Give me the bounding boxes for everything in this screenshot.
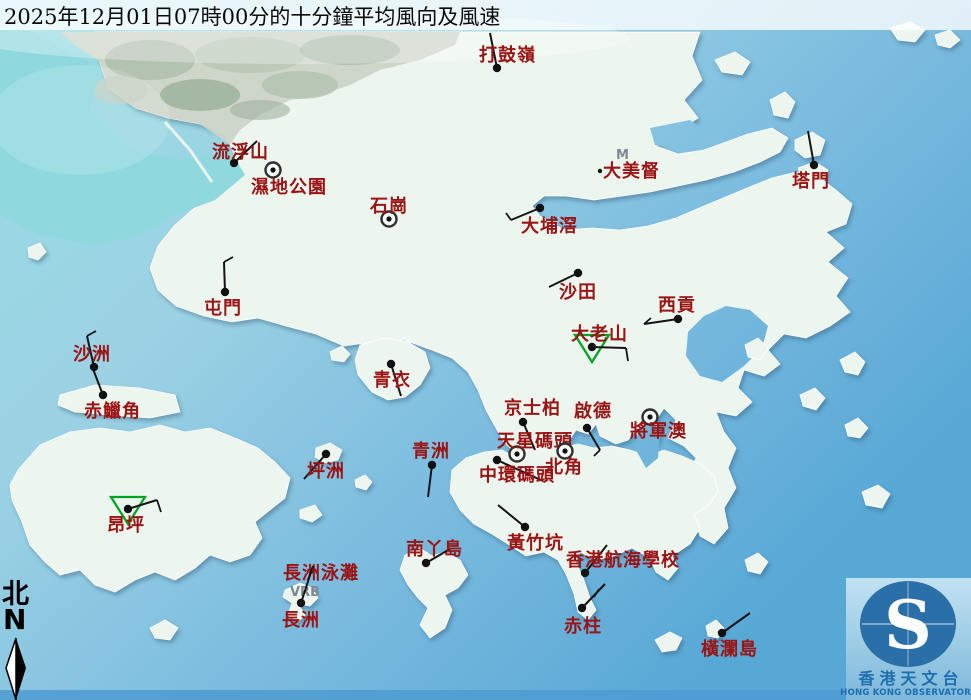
station-dot bbox=[322, 450, 330, 458]
station-label: 中環碼頭 bbox=[479, 464, 555, 486]
station-label: 長洲泳灘 bbox=[283, 562, 359, 584]
station-label: 昂坪 bbox=[107, 515, 145, 536]
station-dot bbox=[493, 456, 501, 464]
station-dot bbox=[124, 505, 132, 513]
station-label: 將軍澳 bbox=[630, 420, 687, 442]
station-dot bbox=[598, 169, 602, 173]
station-dot bbox=[647, 414, 652, 419]
hko-logo: S 香港天文台 HONG KONG OBSERVATORY bbox=[846, 578, 971, 700]
station-dot bbox=[386, 216, 391, 221]
station-dot bbox=[574, 269, 582, 277]
station-dot bbox=[221, 288, 229, 296]
station-dot bbox=[514, 451, 519, 456]
station-dot bbox=[718, 629, 726, 637]
hko-logo-mark: S bbox=[846, 578, 971, 670]
station-label: 京士柏 bbox=[504, 397, 561, 419]
station-dot bbox=[583, 424, 591, 432]
station-label: 大埔滘 bbox=[521, 215, 578, 237]
hko-logo-name-cn: 香港天文台 bbox=[858, 670, 963, 688]
station-dot bbox=[810, 161, 818, 169]
station-dot bbox=[99, 391, 107, 399]
station-label: 黃竹坑 bbox=[506, 532, 564, 554]
station-dot bbox=[428, 461, 436, 469]
hko-logo-swirl: S bbox=[884, 586, 932, 664]
station-dot bbox=[536, 204, 544, 212]
station-dot bbox=[519, 418, 527, 426]
station-label: 打鼓嶺 bbox=[479, 44, 536, 66]
wind-staff bbox=[224, 262, 225, 292]
station-dot bbox=[562, 448, 567, 453]
station-label: 塔門 bbox=[792, 170, 830, 192]
station-label: 啟德 bbox=[574, 400, 612, 422]
compass: 北 N bbox=[2, 582, 42, 632]
station-label: 赤柱 bbox=[564, 615, 602, 637]
sea-bottom-band bbox=[0, 690, 971, 700]
station-dot bbox=[578, 604, 586, 612]
wind-map: 打鼓嶺流浮山濕地公園石崗 大美督M 大埔滘沙田 塔門屯門 西貢大老山沙洲赤鱲角 青衣青洲 京… bbox=[0, 0, 971, 700]
map-title: 2025年12月01日07時00分的十分鐘平均風向及風速 bbox=[4, 1, 500, 31]
hko-logo-name-en: HONG KONG OBSERVATORY bbox=[840, 688, 971, 699]
station-label: 西貢 bbox=[658, 295, 696, 316]
station-label: 流浮山 bbox=[212, 141, 269, 163]
station-label: 屯門 bbox=[204, 297, 242, 319]
station-label: 赤鱲角 bbox=[84, 400, 141, 422]
station-dot bbox=[270, 167, 275, 172]
station-label: 橫瀾島 bbox=[701, 638, 758, 660]
station-dot bbox=[521, 523, 529, 531]
station-label: 南丫島 bbox=[406, 538, 463, 560]
station-label: 濕地公園 bbox=[251, 176, 327, 198]
station-label: 長洲 bbox=[282, 610, 320, 631]
station-label: 大美督 bbox=[603, 160, 660, 182]
wind-staff bbox=[592, 347, 626, 348]
station-label: 沙田 bbox=[559, 282, 597, 303]
station-label: 香港航海學校 bbox=[565, 549, 680, 571]
station-dot bbox=[422, 559, 430, 567]
station-label: 大老山 bbox=[571, 323, 628, 345]
station-label: 青洲 bbox=[412, 441, 450, 462]
map-canvas: 打鼓嶺流浮山濕地公園石崗 大美督M 大埔滘沙田 塔門屯門 西貢大老山沙洲赤鱲角 青衣青洲 京… bbox=[0, 0, 971, 700]
station-label: 石崗 bbox=[369, 195, 408, 217]
station-label: 沙洲 bbox=[73, 344, 111, 365]
station-label: 青衣 bbox=[373, 369, 411, 391]
station-label: 坪洲 bbox=[307, 461, 345, 482]
station-dot bbox=[297, 599, 305, 607]
station-dot bbox=[674, 315, 682, 323]
station-dot bbox=[387, 360, 395, 368]
station-note: M bbox=[616, 148, 629, 163]
compass-north-letter: N bbox=[3, 608, 42, 632]
